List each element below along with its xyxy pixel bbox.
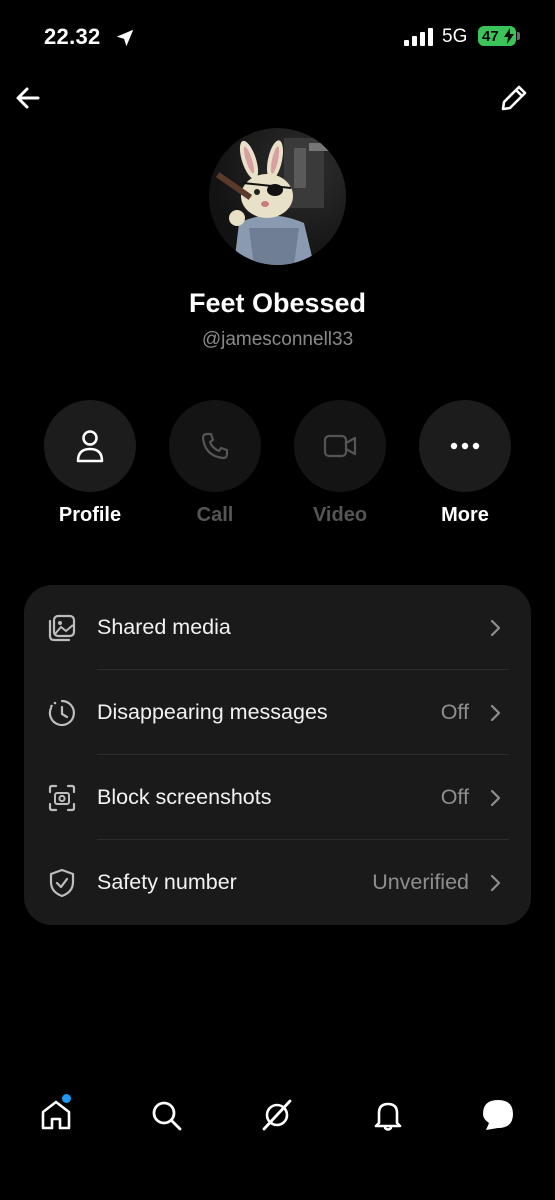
video-button[interactable]: Video [294, 400, 386, 527]
location-arrow-icon [116, 29, 134, 47]
status-bar: 22.32 5G 47 [0, 0, 555, 70]
block-screenshots-row[interactable]: Block screenshots Off [24, 755, 531, 840]
grok-icon[interactable] [259, 1097, 295, 1133]
status-time: 22.32 [44, 24, 101, 49]
charging-bolt-icon [504, 28, 514, 44]
video-button-label: Video [312, 504, 368, 526]
shared-media-label: Shared media [97, 615, 231, 639]
notification-dot [62, 1094, 71, 1103]
chevron-right-icon [490, 789, 501, 807]
block-screenshots-label: Block screenshots [97, 785, 272, 809]
timer-icon [48, 699, 75, 727]
chevron-right-icon [490, 874, 501, 892]
more-button-label: More [441, 504, 489, 526]
bottom-nav [0, 1085, 555, 1145]
disappearing-messages-label: Disappearing messages [97, 700, 328, 724]
settings-card: Shared media Disappearing messages Off B… [24, 585, 531, 925]
more-button-circle[interactable] [419, 400, 511, 492]
search-icon[interactable] [148, 1097, 184, 1133]
profile-button[interactable]: Profile [44, 400, 136, 527]
network-type: 5G [442, 26, 468, 47]
safety-number-row[interactable]: Safety number Unverified [24, 840, 531, 925]
battery-icon: 47 [478, 26, 516, 46]
video-button-circle[interactable] [294, 400, 386, 492]
signal-icon [404, 28, 433, 46]
call-button[interactable]: Call [169, 400, 261, 527]
shield-icon [49, 868, 75, 898]
chevron-right-icon [490, 704, 501, 722]
phone-icon [201, 432, 229, 460]
disappearing-messages-row[interactable]: Disappearing messages Off [24, 670, 531, 755]
video-icon [323, 434, 357, 458]
profile-button-circle[interactable] [44, 400, 136, 492]
battery-cap [517, 32, 520, 40]
more-button[interactable]: More [419, 400, 511, 527]
edit-pencil-icon[interactable] [498, 82, 530, 114]
profile-button-label: Profile [58, 504, 122, 526]
battery-level: 47 [482, 27, 499, 45]
safety-number-label: Safety number [97, 870, 237, 894]
profile-handle: @jamesconnell33 [201, 329, 354, 350]
call-button-circle[interactable] [169, 400, 261, 492]
back-arrow-icon[interactable] [12, 82, 44, 114]
profile-name: Feet Obessed [188, 288, 367, 318]
shared-media-row[interactable]: Shared media [24, 585, 531, 670]
avatar-image [215, 138, 339, 265]
disappearing-messages-value: Off [440, 700, 469, 724]
call-button-label: Call [196, 504, 234, 526]
block-screenshots-value: Off [440, 785, 469, 809]
avatar[interactable] [209, 128, 346, 265]
person-icon [76, 430, 104, 463]
media-icon [48, 614, 76, 642]
safety-number-value: Unverified [372, 870, 469, 894]
more-dots-icon [450, 442, 480, 450]
chevron-right-icon [490, 619, 501, 637]
messages-icon[interactable] [480, 1097, 516, 1133]
notifications-icon[interactable] [370, 1097, 406, 1133]
screenshot-icon [48, 784, 76, 812]
